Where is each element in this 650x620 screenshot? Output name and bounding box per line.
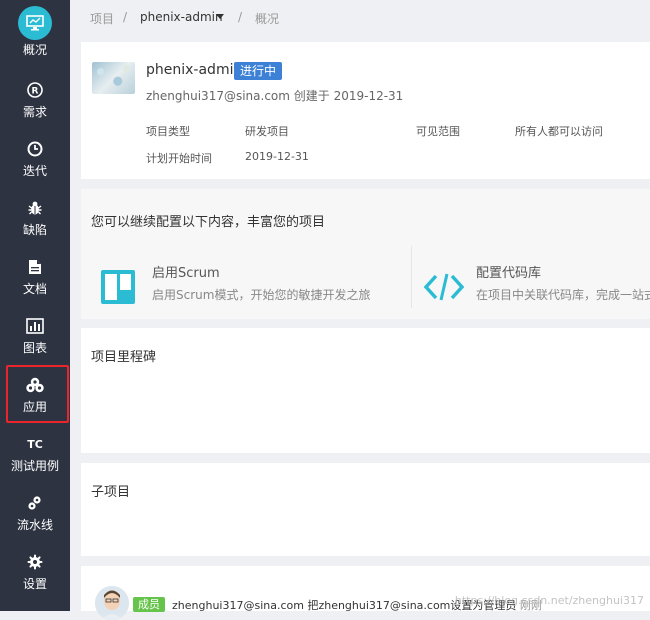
- breadcrumb-separator: /: [123, 10, 128, 24]
- project-switcher[interactable]: phenix-admin: [140, 10, 223, 24]
- config-title: 您可以继续配置以下内容，丰富您的项目: [91, 215, 326, 230]
- section-title: 子项目: [91, 485, 131, 500]
- field-label: 项目类型: [146, 125, 190, 138]
- code-icon: [424, 273, 464, 301]
- project-info-card: phenix-admin 进行中 zhenghui317@sina.com 创建…: [81, 42, 650, 179]
- sidebar-item-label: 缺陷: [22, 223, 47, 237]
- milestones-card: 项目里程碑: [81, 328, 650, 453]
- sidebar-item-label: 流水线: [16, 518, 53, 532]
- project-meta: zhenghui317@sina.com 创建于 2019-12-31: [146, 89, 404, 103]
- sidebar-item-test-cases[interactable]: TC 测试用例: [0, 428, 70, 486]
- config-suggestions-card: 您可以继续配置以下内容，丰富您的项目 启用Scrum 启用Scrum模式，开始您…: [81, 189, 650, 319]
- clock-icon: [25, 139, 45, 159]
- sidebar-item-label: 设置: [22, 577, 47, 591]
- option-title: 配置代码库: [476, 266, 542, 281]
- option-title: 启用Scrum: [152, 266, 220, 281]
- activity-card: 成员 zhenghui317@sina.com 把zhenghui317@sin…: [81, 566, 650, 620]
- monitor-icon: [18, 6, 52, 40]
- option-description: 启用Scrum模式，开始您的敏捷开发之旅: [152, 288, 371, 302]
- chevron-down-icon[interactable]: [216, 14, 224, 19]
- sidebar-item-label: 迭代: [22, 164, 47, 178]
- sidebar-item-defects[interactable]: 缺陷: [0, 192, 70, 250]
- field-value: 研发项目: [245, 125, 289, 138]
- sidebar-item-label: 文档: [22, 282, 47, 296]
- breadcrumb-separator: /: [238, 10, 243, 24]
- tc-icon: TC: [27, 437, 43, 451]
- configure-repo-option[interactable]: 配置代码库 在项目中关联代码库，完成一站式: [411, 246, 650, 308]
- scrum-board-icon: [101, 270, 135, 304]
- registered-icon: R: [25, 80, 45, 100]
- field-label: 可见范围: [416, 125, 460, 138]
- watermark: https://blog.csdn.net/zhenghui317: [454, 594, 644, 607]
- sidebar-item-label: 测试用例: [10, 459, 59, 473]
- sidebar-item-documents[interactable]: 文档: [0, 251, 70, 309]
- gear-icon: [25, 552, 45, 572]
- sidebar-item-settings[interactable]: 设置: [0, 546, 70, 604]
- sidebar-item-label: 图表: [22, 341, 47, 355]
- sidebar-item-label: 概况: [22, 43, 47, 57]
- svg-text:R: R: [32, 87, 39, 97]
- breadcrumb-projects-link[interactable]: 项目: [90, 10, 114, 27]
- project-name: phenix-admin: [146, 62, 243, 78]
- pipeline-icon: [25, 493, 45, 513]
- sidebar-nav: 概况 R 需求 迭代 缺陷 文档 图表 应用 TC 测试用例 流水线 设置: [0, 0, 70, 611]
- field-label: 计划开始时间: [146, 152, 212, 165]
- project-avatar: [92, 62, 135, 94]
- bug-icon: [25, 198, 45, 218]
- breadcrumb-current: 概况: [255, 12, 280, 26]
- sidebar-item-pipeline[interactable]: 流水线: [0, 487, 70, 545]
- sidebar-item-requirements[interactable]: R 需求: [0, 74, 70, 132]
- field-value: 2019-12-31: [245, 150, 309, 163]
- option-description: 在项目中关联代码库，完成一站式: [476, 288, 650, 302]
- avatar[interactable]: [95, 586, 129, 620]
- status-badge: 进行中: [234, 62, 283, 80]
- document-icon: [25, 257, 45, 277]
- field-value: 所有人都可以访问: [515, 125, 603, 138]
- sidebar-item-label: 需求: [22, 105, 47, 119]
- member-badge: 成员: [133, 597, 165, 612]
- subprojects-card: 子项目: [81, 463, 650, 556]
- bar-chart-icon: [25, 316, 45, 336]
- section-title: 项目里程碑: [91, 350, 157, 365]
- apps-highlight-box: [6, 365, 69, 423]
- breadcrumb: 项目 / phenix-admin / 概况: [70, 0, 650, 34]
- sidebar-item-charts[interactable]: 图表: [0, 310, 70, 368]
- sidebar-item-overview[interactable]: 概况: [0, 0, 70, 58]
- enable-scrum-option[interactable]: 启用Scrum 启用Scrum模式，开始您的敏捷开发之旅: [81, 246, 411, 308]
- sidebar-item-iterations[interactable]: 迭代: [0, 133, 70, 191]
